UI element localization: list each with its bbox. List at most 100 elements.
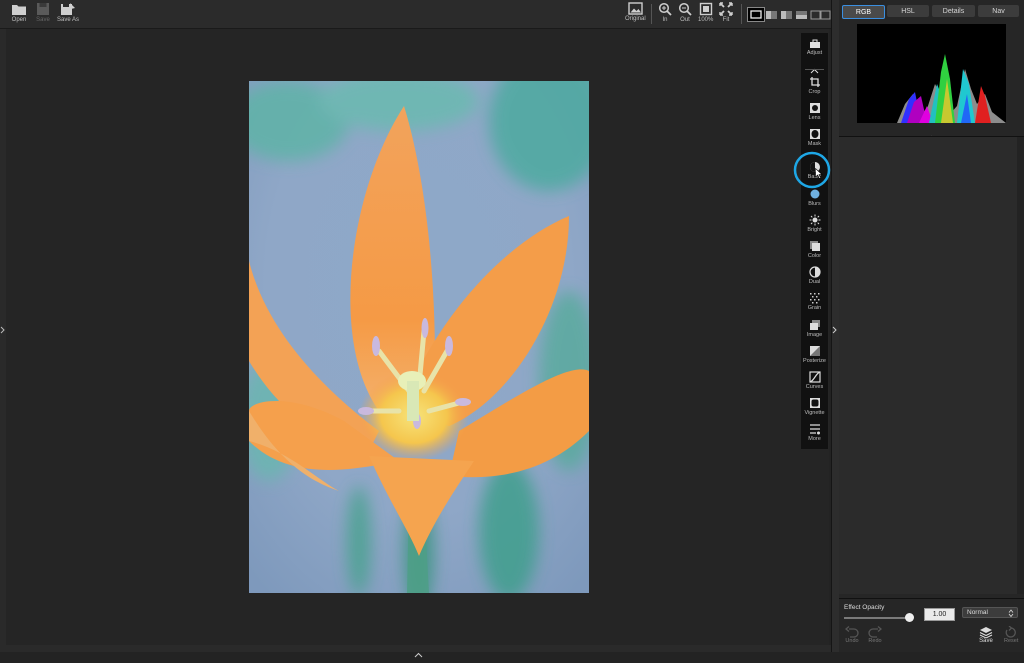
- curves-icon: [808, 371, 821, 383]
- effect-opacity-label: Effect Opacity: [844, 604, 885, 611]
- reset-icon: [1005, 626, 1017, 638]
- photo-tulip[interactable]: [249, 81, 589, 593]
- undo-button[interactable]: Undo: [845, 626, 859, 644]
- tool-more[interactable]: More: [801, 423, 828, 442]
- tool-blurs[interactable]: Blurs: [801, 188, 828, 207]
- tool-label: Bright: [807, 227, 822, 233]
- highlight-ring: [793, 151, 831, 189]
- image-icon: [809, 320, 820, 330]
- floppy-icon: [37, 3, 49, 15]
- blend-mode-select[interactable]: Normal: [962, 607, 1018, 618]
- zoom-fit-button[interactable]: Fit: [719, 2, 733, 23]
- tool-adjust[interactable]: Adjust: [801, 39, 828, 56]
- save-as-icon: [61, 3, 75, 15]
- tool-label: Curves: [805, 384, 824, 390]
- open-button[interactable]: Open: [11, 2, 27, 23]
- panel-scrollbar[interactable]: [1017, 137, 1024, 594]
- tool-label: Lens: [808, 115, 821, 121]
- tool-curves[interactable]: Curves: [801, 371, 828, 390]
- panel-separator: [839, 598, 1024, 599]
- chevron-right-icon: [832, 326, 837, 334]
- collapse-right-panel-button[interactable]: [832, 321, 838, 339]
- tool-bright[interactable]: Bright: [801, 214, 828, 233]
- tool-label: Vignette: [804, 410, 825, 416]
- top-toolbar: Open Save Save As Original In Out 100% F…: [0, 0, 831, 29]
- save-as-button[interactable]: Save As: [57, 2, 79, 23]
- zoom-fit-label: Fit: [722, 17, 730, 23]
- undo-label: Undo: [845, 638, 859, 644]
- redo-button[interactable]: Redo: [868, 626, 882, 644]
- original-button[interactable]: Original: [625, 2, 646, 22]
- original-label: Original: [625, 16, 646, 22]
- tool-label: Blurs: [808, 201, 821, 207]
- tool-label: Crop: [808, 89, 821, 95]
- mouse-cursor: [815, 166, 823, 184]
- reset-button[interactable]: Reset: [1004, 626, 1018, 644]
- crop-icon: [809, 77, 820, 87]
- tab-rgb[interactable]: RGB: [842, 5, 885, 19]
- grain-icon: [809, 293, 819, 304]
- histogram-graph: [897, 54, 1006, 123]
- tool-mask[interactable]: Mask: [801, 128, 828, 147]
- apply-save-button[interactable]: Save: [979, 626, 993, 644]
- dual-icon: [808, 266, 821, 278]
- opacity-slider-track[interactable]: [844, 617, 912, 619]
- save-button[interactable]: Save: [36, 2, 50, 23]
- cursor-arrow-icon: [815, 167, 823, 179]
- redo-icon: [868, 626, 882, 638]
- zoom-in-icon: [658, 2, 672, 16]
- focus-circle-icon: [793, 151, 831, 189]
- tab-details[interactable]: Details: [932, 5, 975, 17]
- tool-label: Grain: [807, 305, 822, 311]
- adjustments-panel: [839, 137, 1017, 594]
- tool-grain[interactable]: Grain: [801, 292, 828, 311]
- tool-image[interactable]: Image: [801, 319, 828, 338]
- sun-icon: [809, 214, 820, 226]
- zoom-100-label: 100%: [698, 17, 714, 23]
- color-icon: [809, 241, 820, 251]
- zoom-in-label: In: [662, 17, 668, 23]
- redo-label: Redo: [868, 638, 882, 644]
- tool-label: Dual: [808, 279, 821, 285]
- tab-nav[interactable]: Nav: [978, 5, 1019, 17]
- rgb-histogram: [857, 24, 1006, 123]
- zoom-out-button[interactable]: Out: [678, 2, 692, 23]
- posterize-icon: [809, 346, 820, 356]
- compare-views-icon: [766, 10, 831, 20]
- toolbar-separator: [741, 4, 742, 24]
- zoom-out-label: Out: [680, 17, 690, 23]
- tool-dual[interactable]: Dual: [801, 266, 828, 285]
- view-mode-group: [765, 8, 831, 20]
- undo-icon: [845, 626, 859, 638]
- zoom-in-button[interactable]: In: [658, 2, 672, 23]
- tool-label: Posterize: [803, 358, 826, 364]
- toolbox-icon: [809, 39, 820, 48]
- zoom-out-icon: [678, 2, 692, 16]
- tool-label: Image: [806, 332, 823, 338]
- tab-hsl[interactable]: HSL: [887, 5, 929, 17]
- layers-stack-icon: [979, 627, 993, 638]
- tool-vignette[interactable]: Vignette: [801, 397, 828, 416]
- lens-icon: [809, 103, 820, 113]
- vignette-icon: [809, 398, 820, 408]
- mask-icon: [809, 129, 820, 139]
- tools-separator: [805, 69, 824, 70]
- toolbar-separator: [651, 4, 652, 24]
- expand-bottom-panel-button[interactable]: [414, 645, 423, 663]
- save-label: Save: [36, 17, 50, 23]
- view-single-button[interactable]: [747, 7, 765, 22]
- tool-crop[interactable]: Crop: [801, 76, 828, 95]
- blur-icon: [810, 189, 819, 199]
- tool-label: Color: [807, 253, 822, 259]
- reset-label: Reset: [1004, 638, 1019, 644]
- opacity-slider-handle[interactable]: [905, 613, 914, 622]
- opacity-value-field[interactable]: 1.00: [924, 608, 955, 621]
- picture-icon: [628, 2, 643, 15]
- tool-color[interactable]: Color: [801, 240, 828, 259]
- updown-arrows-icon: [1008, 609, 1014, 617]
- tool-posterize[interactable]: Posterize: [801, 345, 828, 364]
- apply-save-label: Save: [979, 638, 993, 644]
- more-icon: [809, 424, 820, 435]
- zoom-100-button[interactable]: 100%: [698, 2, 713, 23]
- tool-lens[interactable]: Lens: [801, 102, 828, 121]
